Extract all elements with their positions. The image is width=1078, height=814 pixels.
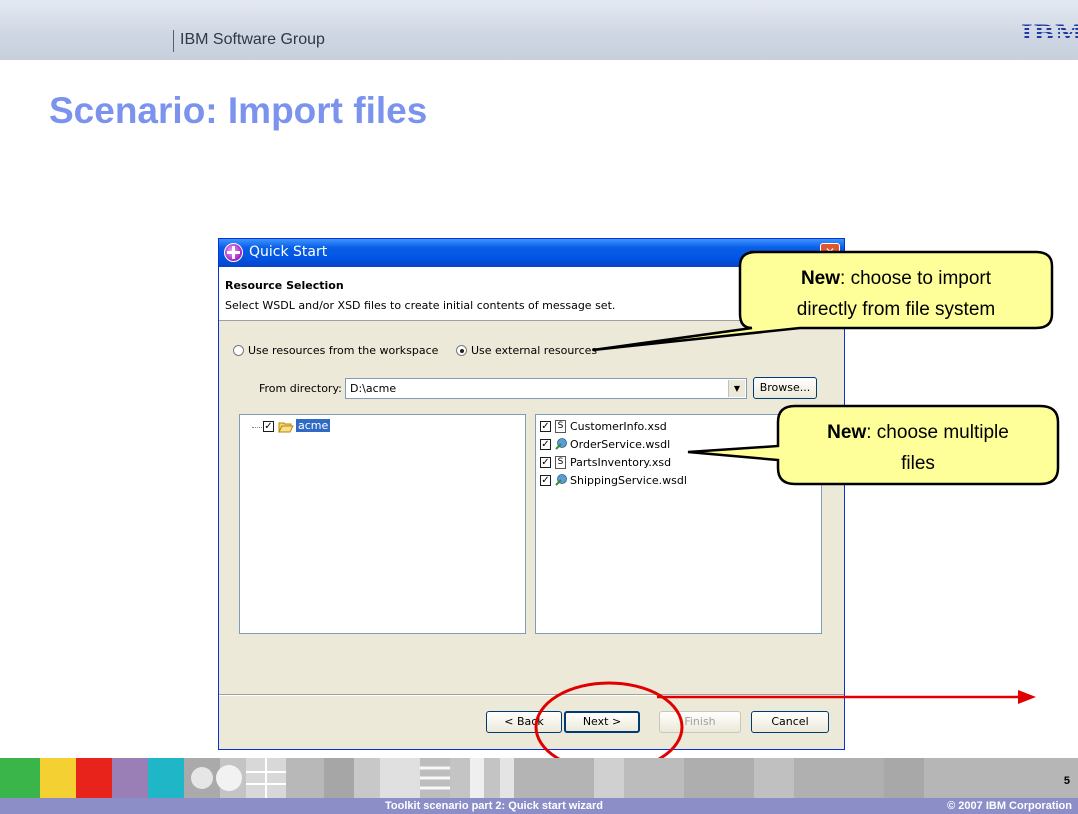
footer-bar: Toolkit scenario part 2: Quick start wiz… [0,798,1078,814]
callout-text-line: New: choose multiple [827,422,1009,443]
callout-bubble [687,404,1060,486]
callout-text-line: directly from file system [797,299,995,320]
annotation-overlay: New: choose to import directly from file… [534,250,1060,773]
callout-text-line: files [901,453,935,474]
color-tiles [0,758,1078,798]
footer-copyright: © 2007 IBM Corporation [947,800,1072,812]
callout-text-line: New: choose to import [801,268,992,289]
decorative-footer-strip [0,758,1078,798]
page-number: 5 [1063,775,1070,787]
footer-title: Toolkit scenario part 2: Quick start wiz… [385,800,604,812]
arrow-right-icon [1018,690,1036,704]
